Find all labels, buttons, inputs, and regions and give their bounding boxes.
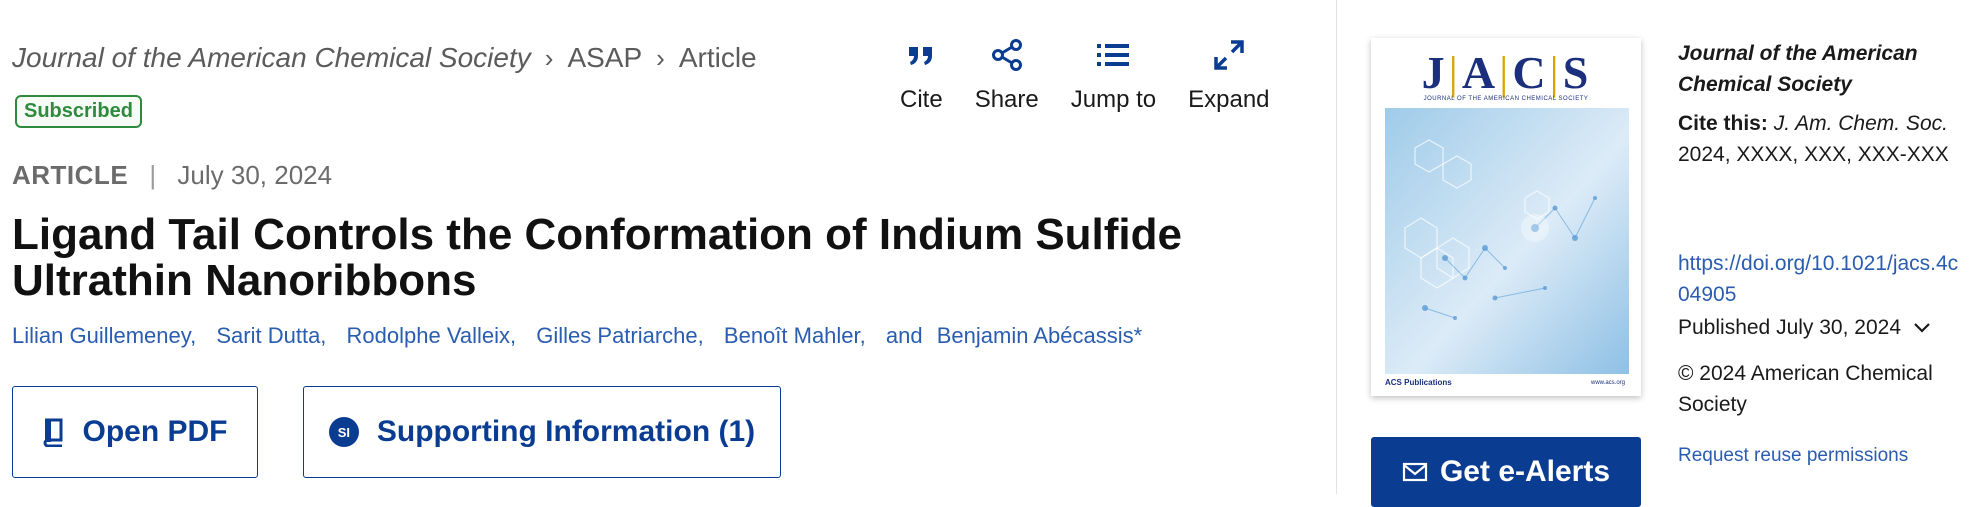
author-link[interactable]: Lilian Guillemeney, — [12, 323, 196, 348]
breadcrumb-journal[interactable]: Journal of the American Chemical Society — [12, 42, 531, 74]
logo-letter: S — [1562, 47, 1591, 98]
author-conjunction: and — [885, 323, 923, 348]
cite-this-label: Cite this: — [1678, 112, 1768, 135]
cover-artwork — [1385, 108, 1629, 374]
author-link[interactable]: Benoît Mahler, — [724, 323, 866, 348]
open-pdf-label: Open PDF — [82, 415, 228, 448]
subscribed-badge: Subscribed — [15, 95, 142, 128]
cite-label: Cite — [900, 86, 943, 113]
expand-icon — [1214, 40, 1244, 70]
author-list: Lilian Guillemeney, Sarit Dutta, Rodolph… — [12, 323, 1156, 349]
article-header: Journal of the American Chemical Society… — [0, 0, 1336, 494]
logo-divider: | — [1499, 47, 1511, 98]
supporting-information-label: Supporting Information (1) — [376, 415, 756, 448]
published-date: Published July 30, 2024 — [1678, 316, 1901, 339]
meta-separator: | — [149, 160, 157, 190]
citation-info: Journal of the American Chemical Society… — [1678, 38, 1968, 466]
article-meta: ARTICLE | July 30, 2024 — [12, 160, 332, 191]
get-e-alerts-button[interactable]: Get e-Alerts — [1371, 437, 1641, 507]
author-link[interactable]: Benjamin Abécassis* — [937, 323, 1142, 348]
breadcrumb-current: Article — [678, 42, 757, 73]
quote-icon — [909, 47, 933, 65]
share-icon — [991, 39, 1022, 71]
author-link[interactable]: Gilles Patriarche, — [536, 323, 704, 348]
copyright-notice: © 2024 American Chemical Society — [1678, 362, 1933, 416]
jump-to-button[interactable]: Jump to — [1071, 38, 1156, 114]
journal-name: Journal of the American Chemical Society — [1678, 42, 1918, 96]
logo-letter: A — [1461, 47, 1498, 98]
get-e-alerts-label: Get e-Alerts — [1439, 455, 1611, 488]
jacs-logo: J|A|C|S — [1371, 46, 1641, 99]
logo-letter: J — [1421, 47, 1447, 98]
article-type: ARTICLE — [12, 160, 129, 190]
chevron-right-icon: › — [544, 42, 554, 73]
expand-button[interactable]: Expand — [1188, 38, 1270, 114]
author-link[interactable]: Sarit Dutta, — [216, 323, 326, 348]
cover-publisher: ACS Publications — [1385, 378, 1452, 387]
author-link[interactable]: Rodolphe Valleix, — [347, 323, 517, 348]
list-icon — [1097, 44, 1130, 66]
cover-url: www.acs.org — [1590, 380, 1625, 386]
open-pdf-button[interactable]: Open PDF — [12, 386, 258, 478]
cite-journal-abbrev: J. Am. Chem. Soc. — [1773, 112, 1948, 135]
cover-subtitle: JOURNAL OF THE AMERICAN CHEMICAL SOCIETY — [1423, 96, 1589, 102]
reuse-permissions-link[interactable]: Request reuse permissions — [1678, 440, 1908, 471]
journal-cover-image[interactable]: J|A|C|S JOURNAL OF THE AMERICAN CHEMICAL… — [1371, 38, 1641, 396]
jump-to-label: Jump to — [1070, 86, 1157, 113]
article-date: July 30, 2024 — [177, 160, 333, 190]
si-icon: SI — [328, 417, 359, 447]
envelope-icon — [1402, 462, 1428, 482]
book-icon — [44, 418, 63, 447]
cite-details: 2024, XXXX, XXX, XXX-XXX — [1678, 143, 1949, 166]
logo-divider: | — [1549, 47, 1561, 98]
article-sidebar: J|A|C|S JOURNAL OF THE AMERICAN CHEMICAL… — [1337, 0, 1973, 507]
article-toolbar: Cite Share Jump to Expand — [900, 38, 1302, 114]
logo-divider: | — [1448, 47, 1460, 98]
published-date-toggle[interactable]: Published July 30, 2024 — [1678, 312, 1931, 343]
breadcrumb-section[interactable]: ASAP — [567, 42, 642, 74]
cite-button[interactable]: Cite — [900, 38, 943, 114]
share-button[interactable]: Share — [975, 38, 1039, 114]
supporting-information-button[interactable]: SI Supporting Information (1) — [303, 386, 781, 478]
chevron-down-icon — [1914, 323, 1930, 333]
breadcrumb: Journal of the American Chemical Society… — [12, 42, 757, 74]
chevron-right-icon: › — [656, 42, 665, 73]
article-title: Ligand Tail Controls the Conformation of… — [12, 210, 1182, 305]
share-label: Share — [974, 86, 1039, 113]
expand-label: Expand — [1188, 86, 1270, 113]
cite-this: Cite this: J. Am. Chem. Soc. 2024, XXXX,… — [1678, 108, 1968, 170]
doi-link[interactable]: https://doi.org/10.1021/jacs.4c04905 — [1678, 248, 1968, 310]
logo-letter: C — [1512, 47, 1548, 98]
